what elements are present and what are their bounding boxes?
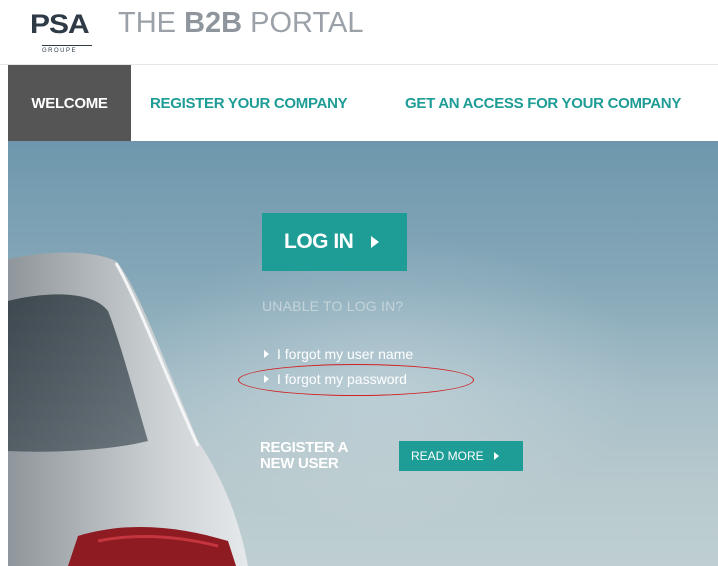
logo-groupe-text: GROUPE (42, 48, 78, 54)
chevron-right-icon (493, 452, 499, 460)
forgot-username-label: I forgot my user name (277, 346, 414, 362)
logo-psa-text: PSA (30, 9, 90, 40)
car-image (8, 252, 248, 566)
register-line-2: NEW USER (260, 455, 339, 472)
portal-title-b2b: B2B (184, 7, 243, 39)
forgot-password-label: I forgot my password (277, 371, 407, 387)
forgot-username-link[interactable]: I forgot my user name (264, 346, 413, 362)
hero-panel: LOG IN UNABLE TO LOG IN? I forgot my use… (8, 141, 718, 566)
psa-logo[interactable]: PSA GROUPE (30, 8, 100, 58)
read-more-label: READ MORE (411, 449, 484, 463)
portal-title-suffix: PORTAL (242, 7, 364, 39)
main-nav: WELCOME REGISTER YOUR COMPANY GET AN ACC… (0, 64, 718, 142)
register-new-user-label: REGISTER A NEW USER (260, 440, 348, 472)
portal-title: THE B2B PORTAL (118, 7, 364, 40)
nav-welcome[interactable]: WELCOME (8, 65, 131, 142)
forgot-password-link[interactable]: I forgot my password (264, 371, 407, 387)
logo-divider (42, 45, 92, 46)
read-more-button[interactable]: READ MORE (399, 441, 523, 471)
nav-get-access[interactable]: GET AN ACCESS FOR YOUR COMPANY (405, 65, 681, 142)
unable-to-login-label: UNABLE TO LOG IN? (262, 298, 404, 314)
triangle-right-icon (264, 350, 269, 358)
chevron-right-icon (371, 236, 380, 248)
header: PSA GROUPE THE B2B PORTAL (0, 0, 718, 64)
triangle-right-icon (264, 375, 269, 383)
nav-register-company[interactable]: REGISTER YOUR COMPANY (150, 65, 348, 142)
login-label: LOG IN (284, 230, 354, 253)
login-button[interactable]: LOG IN (262, 213, 407, 271)
register-line-1: REGISTER A (260, 439, 349, 456)
portal-title-prefix: THE (118, 7, 185, 39)
